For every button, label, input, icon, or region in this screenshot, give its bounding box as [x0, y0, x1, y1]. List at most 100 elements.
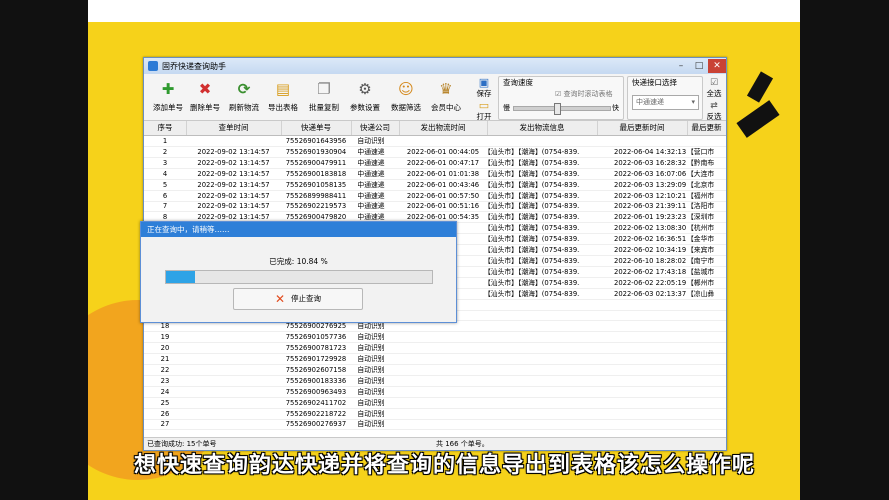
table-cell: 22: [160, 365, 170, 374]
maximize-button[interactable]: □: [690, 59, 708, 73]
table-cell: 75526901058135: [285, 180, 347, 189]
table-cell: 中通速递: [357, 202, 385, 211]
table-cell: 自动识别: [357, 365, 385, 374]
toolbar-button-5[interactable]: ❐ 批量复制: [306, 76, 342, 118]
table-cell: 【汕头市】【潮海】(0754-839...: [484, 278, 580, 287]
api-select[interactable]: 中通速递 ▾: [632, 95, 699, 110]
table-row[interactable]: 19 75526901057736 自动识别: [144, 332, 726, 344]
table-row[interactable]: 22 75526902607158 自动识别: [144, 365, 726, 376]
title-bar: 固乔快递查询助手 – □ ✕: [144, 58, 726, 74]
table-cell: 自动识别: [357, 398, 385, 407]
table-cell: 1: [162, 137, 168, 145]
table-cell: 自动识别: [357, 137, 385, 145]
toolbar-button-8[interactable]: ♛ 会员中心: [428, 76, 464, 118]
table-cell: 2022-06-02 16:36:51: [614, 235, 687, 244]
table-cell: 【汕头市】【潮海】(0754-839...: [484, 256, 580, 265]
table-cell: 5: [162, 180, 168, 189]
toolbar-button-1[interactable]: ✚ 添加单号: [150, 76, 186, 118]
table-cell: 25: [160, 398, 170, 407]
col-tracking-number[interactable]: 快递单号: [281, 121, 352, 135]
table-cell: 3: [162, 158, 168, 167]
table-cell: 【深圳市: [687, 213, 715, 222]
table-cell: 【洛阳市: [687, 202, 715, 211]
col-last-update-time[interactable]: 最后更新时间: [597, 121, 688, 135]
table-cell: 【汕头市】【潮海】(0754-839...: [484, 158, 580, 167]
slider-handle[interactable]: [554, 103, 561, 115]
table-row[interactable]: 4 2022-09-02 13:14:57 75526900183818 中通速递 20…: [144, 169, 726, 180]
table-cell: 75526902218722: [285, 409, 347, 418]
col-ship-time[interactable]: 发出物流时间: [399, 121, 488, 135]
select-all-button[interactable]: ☑ 全选 ⇄ 反选: [701, 76, 727, 121]
toolbar-button-label: 参数设置: [350, 103, 380, 112]
scroll-checkbox[interactable]: ☑ 查询时滚动表格: [555, 89, 613, 99]
table-cell: 2022-09-02 13:14:57: [197, 158, 270, 167]
toolbar-button-6[interactable]: ⚙ 参数设置: [347, 76, 383, 118]
table-row[interactable]: 20 75526900781723 自动识别: [144, 343, 726, 355]
col-courier[interactable]: 快递公司: [351, 121, 400, 135]
table-row[interactable]: 2 2022-09-02 13:14:57 75526901930904 中通速递 20…: [144, 147, 726, 158]
speed-slider[interactable]: [513, 103, 611, 115]
table-cell: 19: [160, 333, 170, 342]
slow-label: 慢: [503, 104, 510, 112]
table-row[interactable]: 5 2022-09-02 13:14:57 75526901058135 中通速递 20…: [144, 180, 726, 191]
speed-group: 查询速度 慢 快 ☑ 查询时滚动表格: [498, 76, 624, 120]
table-row[interactable]: 23 75526900183336 自动识别: [144, 376, 726, 387]
table-cell: 【汕头市】【潮海】(0754-839...: [484, 191, 580, 200]
table-cell: 2022-06-02 22:05:19: [614, 278, 687, 287]
table-cell: 【营口市: [687, 147, 715, 156]
table-cell: 【汕头市】【潮海】(0754-839...: [484, 213, 580, 222]
table-cell: 75526900781723: [285, 344, 347, 353]
table-cell: 2022-06-01 01:01:38: [406, 169, 480, 178]
table-cell: 2022-06-03 02:13:37: [614, 289, 687, 298]
close-button[interactable]: ✕: [708, 59, 726, 73]
toolbar-button-3[interactable]: ⟳ 刷新物流: [226, 76, 262, 118]
fast-label: 快: [612, 104, 619, 112]
table-cell: 【汕头市】【潮海】(0754-839...: [484, 147, 580, 156]
background-strip: [88, 0, 800, 22]
toolbar-button-2[interactable]: ✖ 删除单号: [187, 76, 223, 118]
toolbar-icon: ✚: [161, 80, 175, 98]
stop-icon: ✕: [274, 292, 286, 306]
table-row[interactable]: 1 75526901643956 自动识别: [144, 136, 726, 147]
toolbar-button-4[interactable]: ▤ 导出表格: [265, 76, 301, 118]
toolbar-button-7[interactable]: ☺ 数据筛选: [388, 76, 424, 118]
checklist-icon: ☑: [709, 78, 719, 88]
col-last-update[interactable]: 最后更新: [687, 121, 726, 135]
table-row[interactable]: 6 2022-09-02 13:14:57 75526899988411 中通速递 20…: [144, 191, 726, 202]
table-cell: 【金华市: [687, 235, 715, 244]
table-row[interactable]: 26 75526902218722 自动识别: [144, 409, 726, 420]
table-cell: 【南宁市: [687, 256, 715, 265]
table-row[interactable]: 3 2022-09-02 13:14:57 75526900479911 中通速递 20…: [144, 158, 726, 169]
col-ship-info[interactable]: 发出物流信息: [487, 121, 598, 135]
table-cell: 2022-06-01 00:44:05: [406, 147, 480, 156]
table-cell: 自动识别: [357, 376, 385, 385]
open-icon: ▭: [478, 98, 490, 112]
app-icon: [148, 61, 158, 71]
table-cell: 24: [160, 387, 170, 396]
speed-label: 查询速度: [503, 78, 533, 87]
save-button[interactable]: ▣ 保存 ▭ 打开: [470, 76, 498, 122]
table-header: 序号 查单时间 快递单号 快递公司 发出物流时间 发出物流信息 最后更新时间 最…: [144, 121, 726, 136]
minimize-button[interactable]: –: [672, 59, 690, 73]
table-cell: 75526900963493: [285, 387, 347, 396]
table-cell: 27: [160, 420, 170, 429]
table-cell: 【郴州市: [687, 278, 715, 287]
col-query-time[interactable]: 查单时间: [186, 121, 282, 135]
table-cell: 【北京市: [687, 180, 715, 189]
table-row[interactable]: 24 75526900963493 自动识别: [144, 387, 726, 398]
col-no[interactable]: 序号: [144, 121, 187, 135]
dialog-title: 正在查询中，请稍等……: [141, 222, 456, 237]
table-cell: 【汕头市】【潮海】(0754-839...: [484, 180, 580, 189]
table-cell: 2022-09-02 13:14:57: [197, 180, 270, 189]
table-row[interactable]: 27 75526900276937 自动识别: [144, 419, 726, 431]
table-cell: 4: [162, 169, 168, 178]
chevron-down-icon: ▾: [691, 98, 695, 106]
table-row[interactable]: 7 2022-09-02 13:14:57 75526902219573 中通速递 20…: [144, 201, 726, 213]
table-row[interactable]: 21 75526901729928 自动识别: [144, 354, 726, 365]
table-cell: 75526900183336: [285, 376, 347, 385]
stop-query-button[interactable]: ✕ 停止查询: [233, 288, 363, 310]
table-cell: 自动识别: [357, 333, 385, 342]
table-cell: 2022-06-01 00:57:50: [406, 191, 480, 200]
table-row[interactable]: 25 75526902411702 自动识别: [144, 398, 726, 409]
table-cell: 75526901729928: [285, 355, 347, 363]
